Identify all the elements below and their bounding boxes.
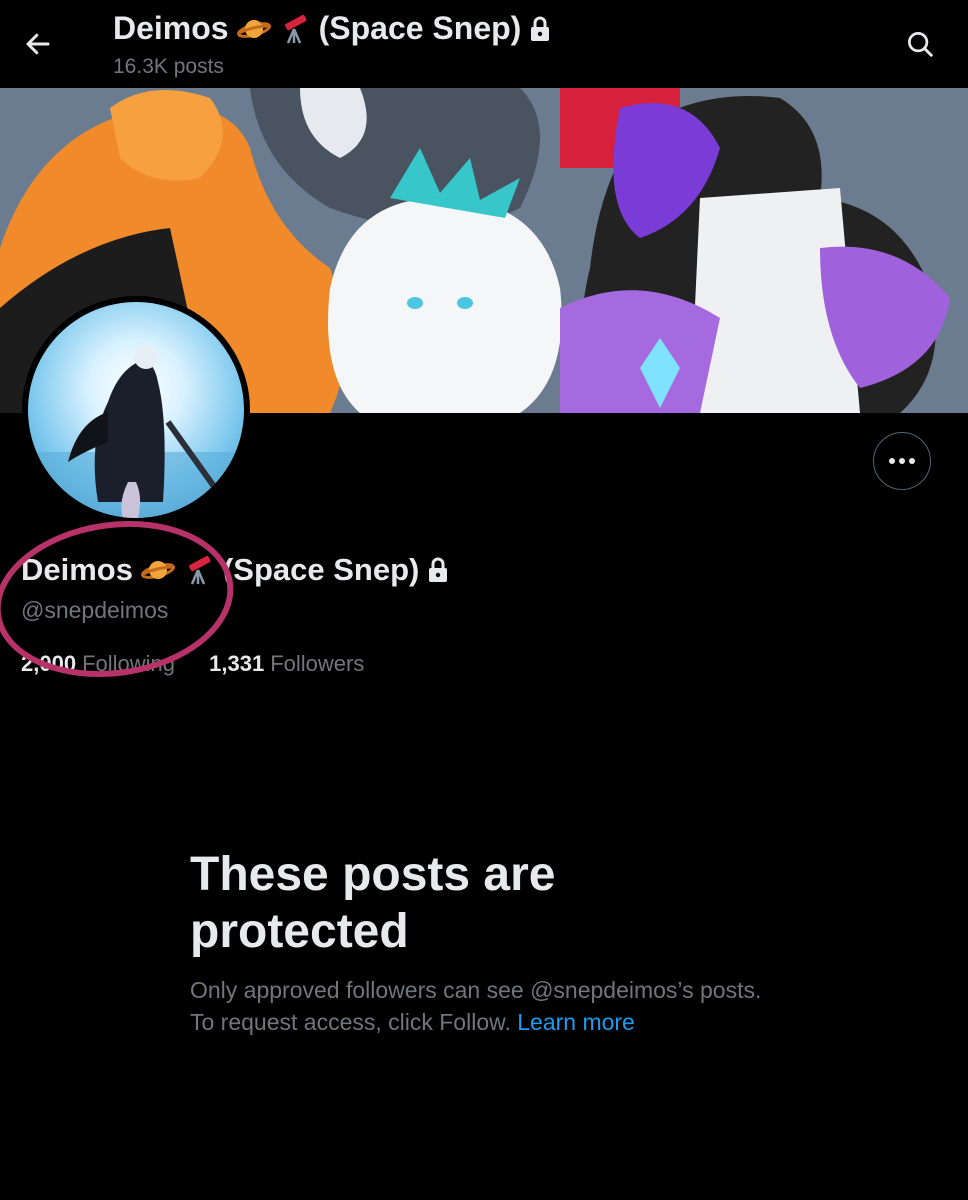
- following-link[interactable]: 2,000 Following: [21, 651, 175, 677]
- avatar-artwork: [28, 345, 244, 518]
- protected-title: These posts are protected: [190, 848, 556, 958]
- lock-icon: [429, 557, 448, 582]
- back-button[interactable]: [18, 24, 58, 64]
- posts-count: 16.3K posts: [113, 55, 224, 78]
- avatar-image: [28, 302, 244, 518]
- followers-label: Followers: [270, 651, 365, 676]
- top-bar: Deimos (Space Snep) 16.3K posts: [0, 0, 968, 88]
- header-title: Deimos (Space Snep): [113, 10, 551, 47]
- ringed-planet-icon: [140, 561, 175, 579]
- search-button[interactable]: [900, 24, 940, 64]
- telescope-icon: [189, 556, 211, 585]
- profile-avatar[interactable]: [22, 296, 250, 524]
- search-icon: [908, 32, 933, 57]
- learn-more-link[interactable]: Learn more: [517, 1009, 635, 1035]
- display-name-suffix: (Space Snep): [222, 552, 420, 587]
- display-name-text: Deimos: [21, 552, 133, 587]
- protected-body: Only approved followers can see @snepdei…: [190, 974, 770, 1038]
- lock-icon: [531, 16, 550, 41]
- followers-link[interactable]: 1,331 Followers: [209, 651, 364, 677]
- follow-stats: 2,000 Following 1,331 Followers: [21, 651, 392, 677]
- following-count: 2,000: [21, 651, 77, 676]
- following-label: Following: [82, 651, 175, 676]
- telescope-icon: [284, 14, 307, 43]
- ringed-planet-icon: [236, 19, 271, 38]
- profile-handle: @snepdeimos: [21, 597, 169, 623]
- more-options-button[interactable]: [873, 432, 931, 490]
- more-icon: [889, 458, 915, 464]
- arrow-left-icon: [26, 33, 50, 55]
- protected-body-text: Only approved followers can see @snepdei…: [190, 977, 762, 1035]
- header-name: Deimos: [113, 10, 229, 46]
- header-name-suffix: (Space Snep): [318, 10, 522, 46]
- profile-display-name: Deimos (Space Snep): [21, 552, 449, 588]
- followers-count: 1,331: [209, 651, 265, 676]
